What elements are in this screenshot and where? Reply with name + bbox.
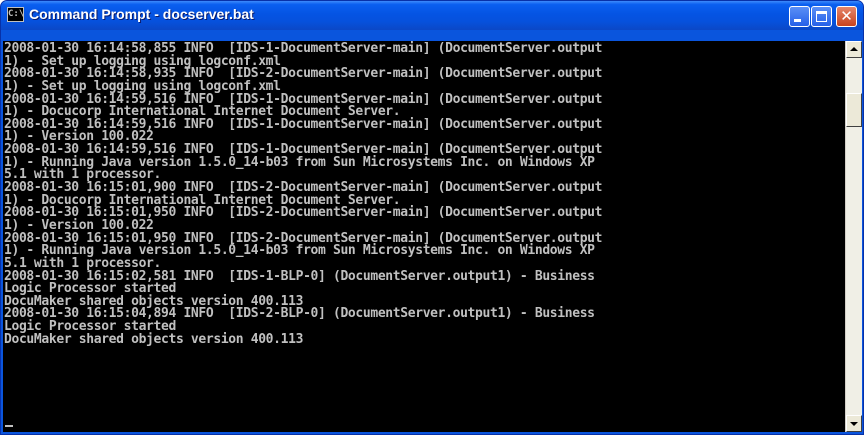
text-cursor [5, 425, 13, 427]
console-line: DocuMaker shared objects version 400.113 [4, 331, 304, 347]
close-button[interactable]: ✕ [836, 6, 857, 27]
minimize-button[interactable] [789, 6, 810, 27]
scroll-up-arrow-icon [850, 47, 858, 51]
console-log: 2008-01-30 16:14:58,855 INFO [IDS-1-Docu… [4, 42, 602, 347]
command-prompt-window: C:\ Command Prompt - docserver.bat ✕ 200… [0, 0, 864, 435]
console-output[interactable]: 2008-01-30 16:14:58,855 INFO [IDS-1-Docu… [3, 41, 845, 432]
console-icon[interactable]: C:\ [7, 7, 24, 22]
close-icon: ✕ [840, 7, 853, 25]
title-bar[interactable]: C:\ Command Prompt - docserver.bat ✕ [1, 1, 863, 30]
window-frame [1, 30, 863, 41]
window-title: Command Prompt - docserver.bat [29, 6, 254, 22]
maximize-icon [816, 11, 827, 22]
scroll-down-arrow-icon [850, 422, 858, 426]
scroll-thumb[interactable] [846, 93, 862, 127]
vertical-scrollbar[interactable] [845, 41, 862, 432]
scroll-down-button[interactable] [846, 415, 862, 432]
scroll-up-button[interactable] [846, 41, 862, 58]
maximize-button[interactable] [811, 6, 832, 27]
minimize-icon [794, 19, 801, 22]
